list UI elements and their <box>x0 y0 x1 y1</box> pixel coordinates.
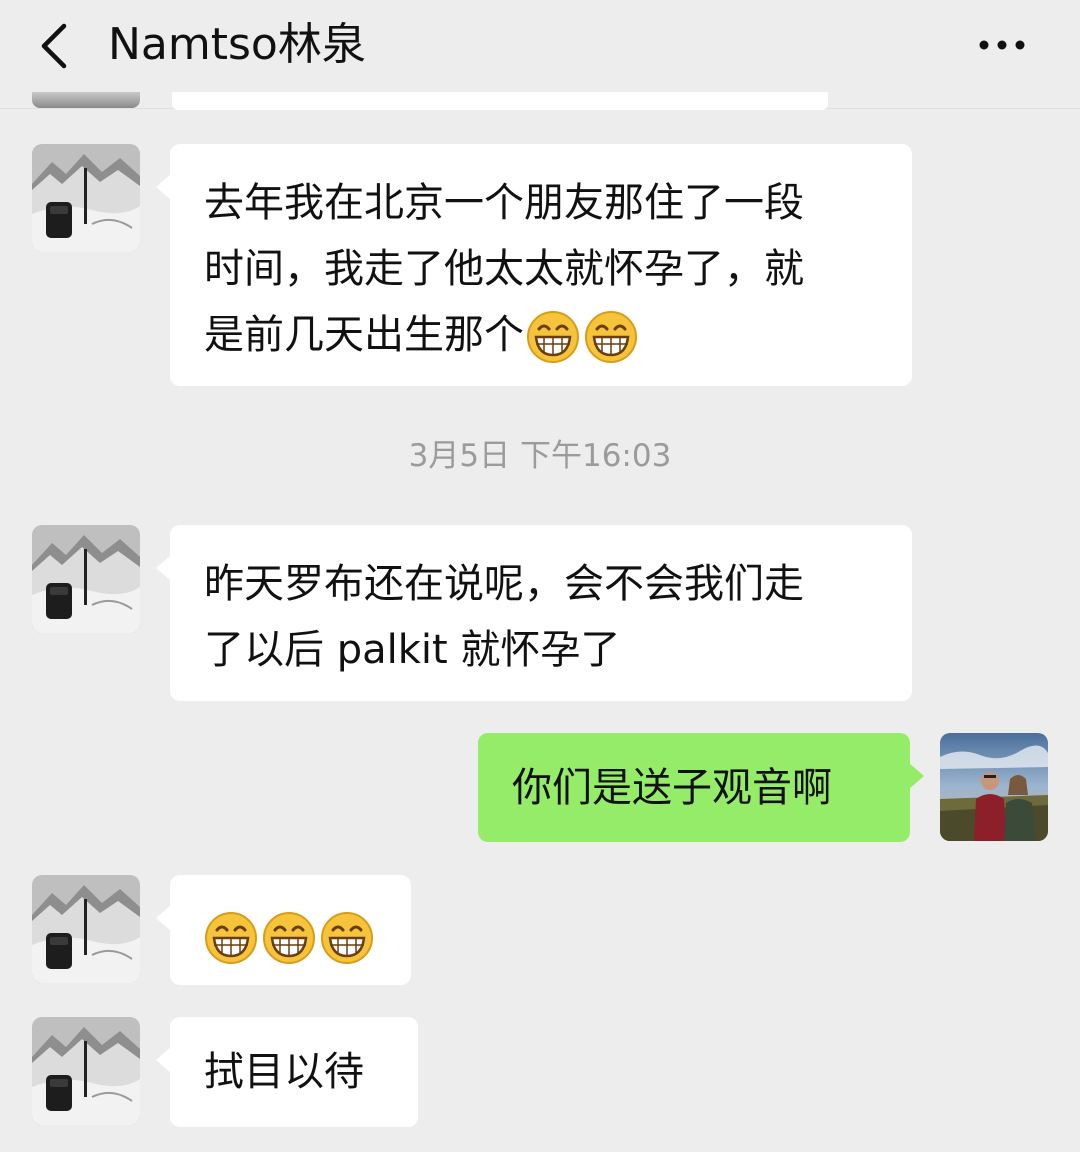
chat-screen: Namtso林泉 去年我在北京一个朋友那住了一段 时间，我走了他太太就怀孕了，就… <box>0 0 1080 1152</box>
grin-emoji-icon <box>526 310 580 364</box>
avatar[interactable] <box>32 144 140 252</box>
message-text: 是前几天出生那个 <box>204 302 912 368</box>
message-bubble-incoming[interactable]: 去年我在北京一个朋友那住了一段 时间，我走了他太太就怀孕了，就 是前几天出生那个 <box>156 144 912 386</box>
message-bubble-incoming[interactable]: 拭目以待 <box>156 1017 418 1127</box>
message-text: 了以后 palkit 就怀孕了 <box>204 627 621 673</box>
avatar[interactable] <box>32 1017 140 1125</box>
message-text: 时间，我走了他太太就怀孕了，就 <box>204 246 804 292</box>
more-button[interactable] <box>970 30 1034 60</box>
grin-emoji-icon <box>584 310 638 364</box>
grin-emoji-icon <box>320 911 374 965</box>
avatar[interactable] <box>32 92 140 108</box>
avatar[interactable] <box>32 525 140 633</box>
message-bubble-incoming[interactable]: 昨天罗布还在说呢，会不会我们走 了以后 palkit 就怀孕了 <box>156 525 912 701</box>
grin-emoji-icon <box>204 911 258 965</box>
timestamp: 3月5日 下午16:03 <box>408 438 672 474</box>
message-bubble-incoming[interactable] <box>156 875 411 985</box>
avatar[interactable] <box>32 875 140 983</box>
message-text: 昨天罗布还在说呢，会不会我们走 <box>204 561 804 607</box>
message-text: 你们是送子观音啊 <box>512 765 832 811</box>
back-button[interactable] <box>34 20 78 72</box>
message-text: 是前几天出生那个 <box>204 312 524 358</box>
chat-header: Namtso林泉 <box>0 0 1080 90</box>
message-bubble-partial[interactable] <box>172 92 828 110</box>
message-text: 拭目以待 <box>204 1049 364 1095</box>
chat-title: Namtso林泉 <box>108 19 366 70</box>
message-bubble-outgoing[interactable]: 你们是送子观音啊 <box>478 733 924 842</box>
avatar-self[interactable] <box>940 733 1048 841</box>
chevron-left-icon <box>41 23 67 69</box>
message-text: 去年我在北京一个朋友那住了一段 <box>204 180 804 226</box>
grin-emoji-icon <box>262 911 316 965</box>
more-dots-icon <box>979 40 1025 50</box>
